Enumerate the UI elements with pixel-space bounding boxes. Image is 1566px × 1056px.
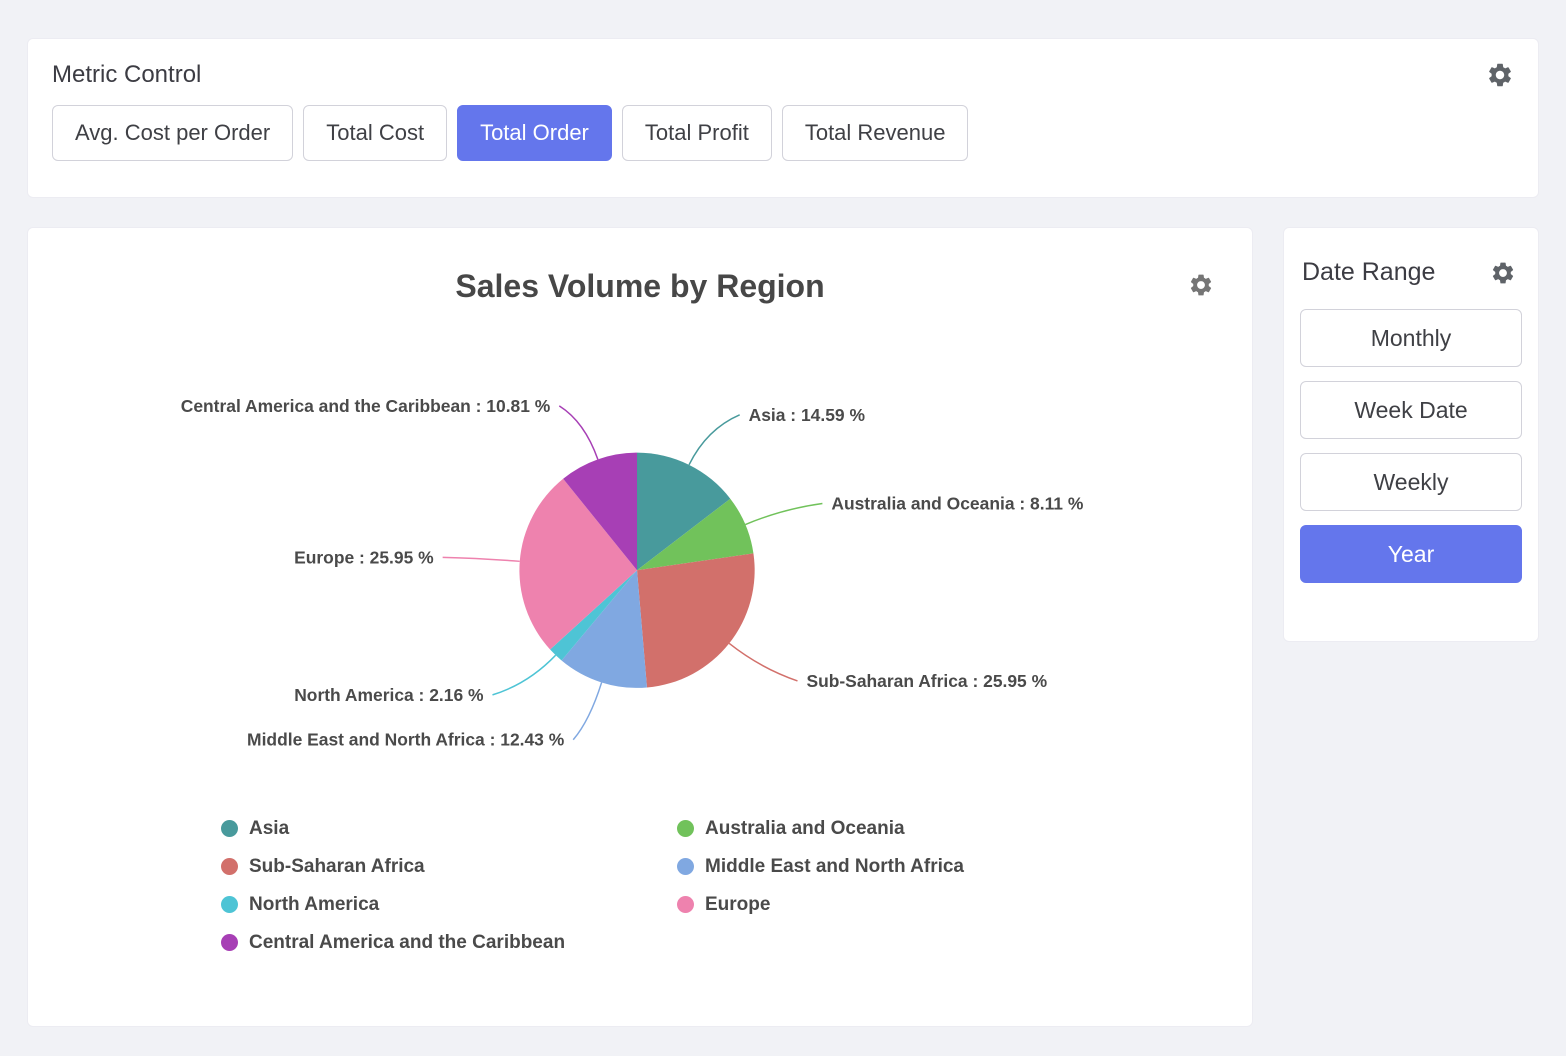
metric-control-header: Metric Control [52, 61, 1514, 89]
sales-volume-chart-card: Sales Volume by Region Asia : 14.59 % Aus… [27, 227, 1253, 1027]
legend-label: Europe [705, 894, 770, 916]
metric-button-avg-cost-per-order[interactable]: Avg. Cost per Order [52, 105, 293, 161]
legend-item[interactable]: Middle East and North Africa [677, 856, 964, 878]
legend-dot [677, 820, 694, 837]
date-range-button-monthly[interactable]: Monthly [1300, 309, 1522, 367]
chart-legend: Asia Australia and Oceania Sub-Saharan Afr… [221, 818, 1252, 954]
legend-item[interactable]: Central America and the Caribbean [221, 932, 677, 954]
legend-item[interactable]: North America [221, 894, 677, 916]
legend-label: Middle East and North Africa [705, 856, 964, 878]
legend-label: North America [249, 894, 379, 916]
legend-dot [221, 934, 238, 951]
metric-button-total-profit[interactable]: Total Profit [622, 105, 772, 161]
legend-label: Australia and Oceania [705, 818, 905, 840]
pie-label-line [729, 643, 797, 681]
legend-dot [221, 820, 238, 837]
legend-dot [677, 896, 694, 913]
chart-settings-gear-icon[interactable] [1188, 272, 1214, 298]
legend-item[interactable]: Asia [221, 818, 677, 840]
legend-label: Central America and the Caribbean [249, 932, 565, 954]
metric-button-total-revenue[interactable]: Total Revenue [782, 105, 969, 161]
metric-button-total-cost[interactable]: Total Cost [303, 105, 447, 161]
pie-label-line [745, 504, 822, 525]
date-range-button-week-date[interactable]: Week Date [1300, 381, 1522, 439]
metric-settings-gear-icon[interactable] [1486, 61, 1514, 89]
pie-label-line [559, 406, 598, 460]
pie-label-line [492, 655, 555, 695]
date-range-header: Date Range [1300, 258, 1522, 287]
legend-dot [221, 858, 238, 875]
pie-slice-label: Australia and Oceania : 8.11 % [831, 493, 1083, 513]
pie-slice-label: Sub-Saharan Africa : 25.95 % [806, 671, 1047, 691]
date-range-settings-gear-icon[interactable] [1490, 260, 1516, 286]
chart-title: Sales Volume by Region [28, 268, 1252, 305]
legend-item[interactable]: Australia and Oceania [677, 818, 964, 840]
main-content-row: Sales Volume by Region Asia : 14.59 % Aus… [27, 227, 1539, 1027]
legend-label: Asia [249, 818, 289, 840]
pie-slice-label: North America : 2.16 % [294, 685, 484, 705]
legend-label: Sub-Saharan Africa [249, 856, 425, 878]
legend-item[interactable]: Europe [677, 894, 964, 916]
pie-label-line [573, 682, 601, 739]
date-range-title: Date Range [1302, 258, 1435, 287]
date-range-panel: Date Range Monthly Week Date Weekly Year [1283, 227, 1539, 642]
pie-label-line [689, 415, 740, 465]
metric-button-total-order[interactable]: Total Order [457, 105, 612, 161]
dashboard-page: Metric Control Avg. Cost per Order Total… [0, 0, 1566, 1054]
legend-dot [221, 896, 238, 913]
pie-slice-label: Middle East and North Africa : 12.43 % [247, 730, 565, 750]
pie-label-line [443, 557, 520, 561]
pie-slice-label: Central America and the Caribbean : 10.8… [181, 396, 551, 416]
legend-dot [677, 858, 694, 875]
date-range-button-weekly[interactable]: Weekly [1300, 453, 1522, 511]
legend-item[interactable]: Sub-Saharan Africa [221, 856, 677, 878]
pie-slice-label: Europe : 25.95 % [294, 547, 434, 567]
metric-control-title: Metric Control [52, 61, 201, 89]
date-range-button-year[interactable]: Year [1300, 525, 1522, 583]
pie-slice-label: Asia : 14.59 % [749, 405, 866, 425]
metric-control-panel: Metric Control Avg. Cost per Order Total… [27, 38, 1539, 198]
pie-slice-2[interactable] [637, 553, 755, 687]
pie-chart: Asia : 14.59 % Australia and Oceania : 8.… [28, 351, 1252, 790]
metric-button-row: Avg. Cost per Order Total Cost Total Ord… [52, 105, 1514, 161]
